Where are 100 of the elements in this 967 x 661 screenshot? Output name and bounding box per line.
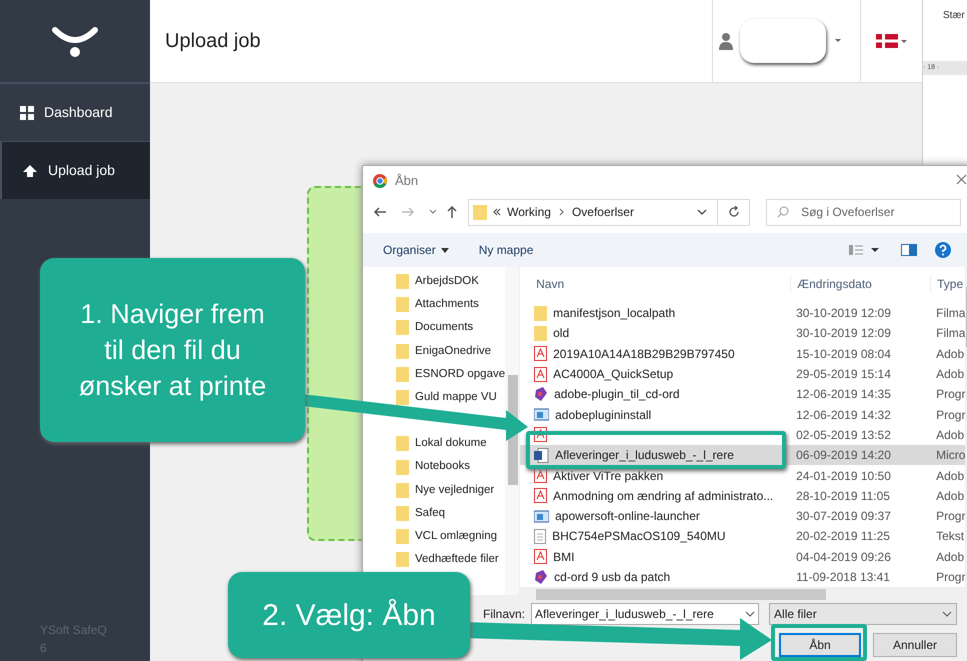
file-name: old bbox=[553, 325, 570, 342]
file-date: 20-02-2019 11:25 bbox=[795, 528, 891, 546]
folder-item[interactable]: VCL omlægning bbox=[396, 525, 506, 548]
scrollbar[interactable] bbox=[505, 267, 520, 595]
column-header[interactable]: Navn bbox=[520, 275, 790, 293]
folder-item[interactable]: Documents bbox=[396, 316, 506, 340]
file-row[interactable]: old 30-10-2019 12:09 Filma bbox=[520, 323, 966, 344]
refresh-icon[interactable] bbox=[728, 206, 740, 218]
ribbon-label: Stær bbox=[942, 9, 966, 23]
user-name-field[interactable] bbox=[740, 19, 826, 63]
file-row[interactable]: adobeplugininstall 12-06-2019 14:32 Progr bbox=[520, 404, 966, 425]
flag-icon[interactable] bbox=[876, 34, 908, 48]
folder-item[interactable]: EnigaOnedrive bbox=[396, 340, 506, 363]
file-date: 24-01-2019 10:50 bbox=[795, 468, 892, 485]
folder-icon bbox=[396, 436, 409, 452]
user-icon bbox=[718, 32, 734, 50]
file-date: 30-10-2019 12:09 bbox=[795, 325, 892, 342]
file-date: 12-06-2019 14:35 bbox=[795, 386, 892, 404]
file-name: BHC754ePSMacOS109_540MU bbox=[552, 528, 726, 546]
browser-icon bbox=[373, 174, 387, 188]
preview-pane-icon[interactable] bbox=[901, 244, 917, 256]
file-row[interactable]: 2019A10A14A18B29B29B797450 15-10-2019 08:04 Adob bbox=[520, 344, 966, 364]
view-options-icon[interactable] bbox=[849, 245, 881, 255]
scroll-thumb[interactable] bbox=[536, 589, 826, 600]
file-type: Filma bbox=[935, 325, 966, 342]
file-row[interactable]: apowersoft-online-launcher 30-07-2019 09:37 Progr bbox=[520, 506, 966, 526]
file-row[interactable]: cd-ord 9 usb da patch 11-09-2018 13:41 Progr bbox=[520, 566, 966, 588]
file-name: Anmodning om ændring af administrato... bbox=[553, 488, 774, 505]
file-date: 06-09-2019 14:20 bbox=[795, 447, 892, 464]
filename-field[interactable]: Afleveringer_i_ludusweb_-_l_rere bbox=[531, 603, 760, 625]
folder-item[interactable]: Notebooks bbox=[396, 456, 506, 479]
file-row[interactable]: manifestjson_localpath 30-10-2019 12:09 Filma bbox=[520, 303, 966, 324]
file-row[interactable]: Afleveringer_i_ludusweb_-_l_rere 06-09-2019 14:20 Micro bbox=[520, 445, 966, 466]
column-header[interactable]: Ændringsdato bbox=[790, 275, 930, 293]
folder-icon bbox=[396, 529, 409, 544]
horizontal-scrollbar[interactable] bbox=[520, 587, 967, 602]
folder-item[interactable]: ESNORD opgave bbox=[396, 362, 506, 386]
folder-item[interactable]: Vedhæftede filer bbox=[396, 548, 506, 572]
breadcrumb[interactable]: Ovefoerlser bbox=[572, 203, 634, 221]
file-row[interactable]: Anmodning om ændring af administrato... 28-10-2019 11:05 Adob bbox=[520, 486, 966, 506]
pdf-file-icon bbox=[534, 468, 548, 484]
file-row[interactable]: AC4000A_QuickSetup 29-05-2019 15:14 Adob bbox=[520, 364, 966, 384]
file-type: Adob bbox=[935, 426, 966, 444]
file-row[interactable]: BHC754ePSMacOS109_540MU 20-02-2019 11:25 Tekst bbox=[520, 526, 966, 547]
folder-icon bbox=[473, 204, 488, 220]
logo-icon bbox=[51, 24, 99, 58]
search-field[interactable]: Søg i Ovefoerlser bbox=[766, 198, 961, 226]
folder-icon bbox=[396, 552, 409, 568]
folder-item[interactable]: Attachments bbox=[396, 293, 506, 316]
file-row[interactable]: Aktiver ViTre pakken 24-01-2019 10:50 Adob bbox=[520, 465, 966, 486]
folder-icon bbox=[396, 460, 409, 475]
folder-item[interactable]: Guld mappe VU bbox=[396, 386, 506, 410]
callout: 2. Vælg: Åbn bbox=[228, 572, 470, 658]
open-button[interactable]: Åbn bbox=[779, 633, 861, 657]
back-arrow-icon[interactable] bbox=[373, 206, 387, 218]
file-row[interactable]: BMI 04-04-2019 09:26 Adob bbox=[520, 546, 966, 567]
search-icon bbox=[777, 206, 790, 218]
file-name: AC4000A_QuickSetup bbox=[553, 366, 674, 384]
folder-icon bbox=[534, 306, 548, 321]
new-folder-button[interactable]: Ny mappe bbox=[478, 241, 534, 259]
double-chevron-icon bbox=[493, 208, 502, 216]
file-date: 12-06-2019 14:32 bbox=[795, 406, 892, 424]
folder-icon bbox=[396, 506, 409, 521]
file-date: 30-10-2019 12:09 bbox=[795, 305, 892, 322]
file-row[interactable]: 02-05-2019 13:52 Adob bbox=[520, 424, 966, 446]
file-type-dropdown[interactable]: Alle filer bbox=[769, 603, 958, 625]
file-type: Adob bbox=[935, 346, 966, 363]
folder-item[interactable]: Safeq bbox=[396, 502, 506, 526]
breadcrumb[interactable]: Working bbox=[507, 203, 551, 221]
cancel-button[interactable]: Annuller bbox=[873, 633, 957, 657]
caret-icon[interactable] bbox=[833, 38, 843, 44]
up-arrow-icon[interactable] bbox=[446, 205, 458, 219]
pdf-file-icon bbox=[534, 549, 548, 564]
address-bar[interactable]: Working Ovefoerlser bbox=[468, 198, 750, 226]
file-row[interactable]: adobe-plugin_til_cd-ord 12-06-2019 14:35 Progr bbox=[520, 384, 966, 404]
file-type: Progr bbox=[935, 569, 966, 586]
file-type: Tekst bbox=[935, 528, 966, 546]
grid-icon bbox=[20, 106, 34, 120]
file-name: 2019A10A14A18B29B29B797450 bbox=[553, 346, 735, 363]
sidebar-item[interactable]: Upload job bbox=[0, 141, 150, 199]
folder-item[interactable]: Lokal dokume bbox=[396, 432, 506, 456]
text-file-icon bbox=[534, 528, 546, 544]
folder-item[interactable]: ArbejdsDOK bbox=[396, 270, 506, 294]
file-type: Progr bbox=[935, 406, 966, 424]
folder-item[interactable]: Nye vejledniger bbox=[396, 478, 506, 502]
file-name: Aktiver ViTre pakken bbox=[553, 468, 664, 485]
installer-icon bbox=[534, 407, 550, 422]
filename-label: Filnavn: bbox=[483, 606, 526, 623]
pdf-file-icon bbox=[534, 366, 548, 382]
file-type: Micro bbox=[935, 447, 966, 464]
file-type: Adob bbox=[935, 548, 966, 566]
file-name: adobe-plugin_til_cd-ord bbox=[554, 386, 680, 404]
file-type: Filma bbox=[935, 305, 966, 322]
folder-icon bbox=[396, 344, 409, 359]
help-icon[interactable] bbox=[935, 242, 951, 258]
close-icon[interactable] bbox=[956, 174, 967, 185]
caret-icon[interactable] bbox=[440, 248, 449, 252]
upload-icon bbox=[22, 164, 38, 178]
organise-menu[interactable]: Organiser bbox=[383, 241, 436, 259]
page-title: Upload job bbox=[165, 29, 261, 54]
